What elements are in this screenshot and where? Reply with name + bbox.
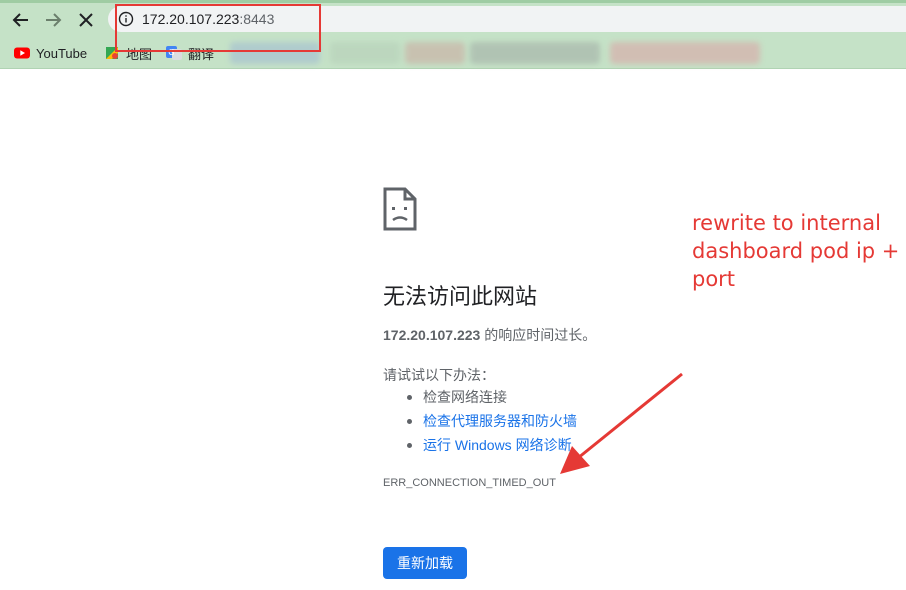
redacted-bookmark[interactable] (610, 42, 760, 64)
annotation-note: rewrite to internal dashboard pod ip + p… (692, 209, 902, 293)
arrow-left-icon (12, 13, 28, 27)
forward-button[interactable] (40, 7, 66, 33)
redacted-bookmark[interactable] (330, 42, 400, 64)
error-code: ERR_CONNECTION_TIMED_OUT (383, 477, 556, 489)
error-host: 172.20.107.223 (383, 327, 481, 343)
redacted-bookmark[interactable] (405, 42, 465, 64)
back-button[interactable] (8, 7, 34, 33)
youtube-icon (14, 47, 30, 59)
annotation-arrow (560, 372, 683, 474)
close-icon (79, 13, 93, 27)
tab-strip-edge (0, 0, 906, 3)
error-title: 无法访问此网站 (383, 284, 538, 309)
annotation-line: rewrite to internal (692, 211, 881, 235)
stop-loading-button[interactable] (73, 7, 99, 33)
bookmark-youtube[interactable]: YouTube (14, 44, 87, 62)
annotation-line: port (692, 267, 736, 291)
arrow-right-icon (46, 13, 62, 27)
suggestions-heading: 请试试以下办法： (383, 367, 495, 383)
annotation-line: dashboard pod ip + (692, 239, 900, 263)
bookmark-label: YouTube (36, 45, 88, 61)
error-description: 172.20.107.223 的响应时间过长。 (383, 325, 596, 345)
reload-button[interactable]: 重新加载 (383, 547, 467, 579)
sad-page-icon (383, 187, 417, 231)
error-description-text: 的响应时间过长。 (480, 327, 597, 343)
url-highlight-box (115, 4, 321, 52)
redacted-bookmark[interactable] (470, 42, 600, 64)
